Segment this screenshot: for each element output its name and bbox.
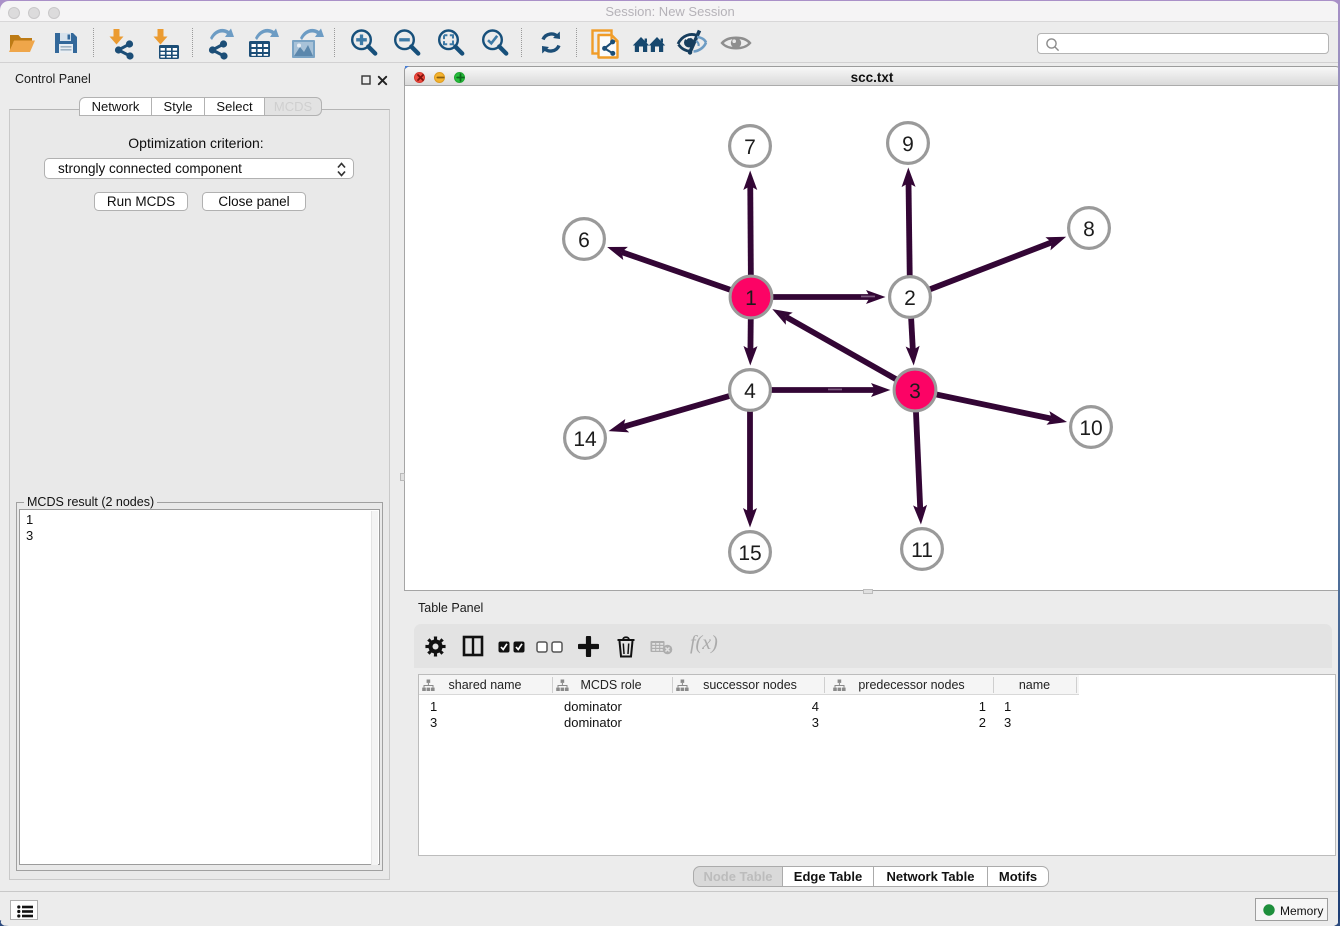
svg-text:1: 1 bbox=[745, 287, 757, 310]
svg-text:3: 3 bbox=[909, 380, 921, 403]
svg-text:8: 8 bbox=[1083, 218, 1095, 241]
svg-text:10: 10 bbox=[1079, 417, 1102, 440]
svg-text:4: 4 bbox=[744, 380, 756, 403]
svg-text:2: 2 bbox=[904, 287, 916, 310]
svg-text:15: 15 bbox=[738, 542, 761, 565]
svg-text:9: 9 bbox=[902, 133, 914, 156]
svg-text:6: 6 bbox=[578, 229, 590, 252]
svg-text:11: 11 bbox=[911, 539, 933, 562]
svg-text:14: 14 bbox=[573, 428, 597, 451]
svg-text:7: 7 bbox=[744, 136, 756, 159]
